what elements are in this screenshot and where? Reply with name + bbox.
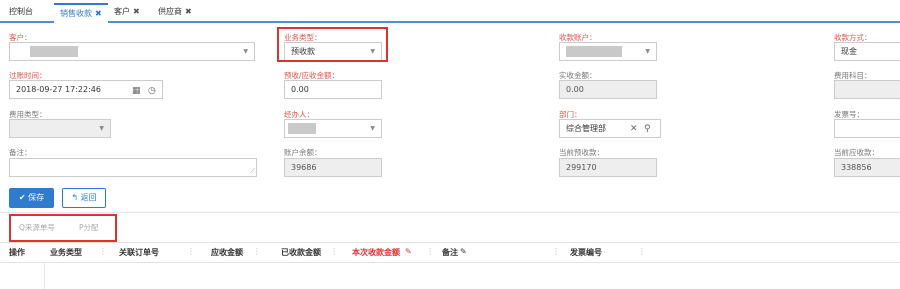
tab-bar: 控制台 销售收款 ✖ 客户 ✖ 供应商 ✖	[0, 0, 900, 23]
chevron-down-icon: ▼	[99, 125, 104, 132]
tab-customer[interactable]: 客户 ✖	[114, 3, 140, 23]
tab-label: 客户	[114, 7, 130, 16]
remark-textarea[interactable]: ⟋	[9, 158, 257, 177]
column-header: 业务类型	[50, 248, 82, 257]
clock-icon[interactable]: ◷	[148, 83, 156, 98]
cur-prepaid-input: 299170	[559, 158, 657, 177]
time-input[interactable]: 2018-09-27 17:22:46 ▦ ◷	[9, 80, 163, 99]
column-header: 已收款金额	[281, 248, 321, 257]
column-menu-icon[interactable]: ⋮	[638, 247, 646, 256]
time-value: 2018-09-27 17:22:46	[16, 85, 101, 94]
chevron-down-icon: ▼	[243, 48, 248, 55]
back-button[interactable]: ↰ 返回	[62, 188, 106, 208]
column-menu-icon[interactable]: ⋮	[426, 247, 434, 256]
calendar-icon[interactable]: ▦	[132, 83, 141, 98]
tab-label: 销售收款	[60, 9, 92, 18]
tab-sales-receipt[interactable]: 销售收款 ✖	[54, 3, 108, 23]
column-menu-icon[interactable]: ⋮	[253, 247, 261, 256]
column-menu-icon[interactable]: ⋮	[99, 247, 107, 256]
clear-icon[interactable]: ✕	[630, 121, 638, 137]
tab-console[interactable]: 控制台	[9, 3, 33, 23]
column-header: 关联订单号	[119, 248, 159, 257]
column-menu-icon[interactable]: ⋮	[552, 247, 560, 256]
tab-label: 控制台	[9, 7, 33, 16]
column-header: 发票编号	[570, 248, 602, 257]
chevron-down-icon: ▼	[645, 48, 650, 55]
search-icon[interactable]: ⚲	[644, 121, 651, 137]
column-header: 操作	[9, 248, 25, 257]
cur-receivable-label: 当前应收款：	[834, 148, 879, 157]
cost-subject-input	[834, 80, 900, 99]
column-header: 备注	[442, 248, 458, 257]
pay-method-select[interactable]: 现金	[834, 42, 900, 61]
cost-type-select: ▼	[9, 119, 111, 138]
dept-input[interactable]: 综合管理部 ✕ ⚲	[559, 119, 661, 138]
tab-label: 供应商	[158, 7, 182, 16]
balance-value: 39686	[291, 163, 317, 172]
customer-select[interactable]: ▼	[9, 42, 255, 61]
resize-handle-icon[interactable]: ⟋	[250, 163, 255, 176]
cur-receivable-input: 338856	[834, 158, 900, 177]
highlight-box	[9, 214, 117, 242]
dept-value: 综合管理部	[566, 124, 606, 133]
close-icon[interactable]: ✖	[133, 7, 140, 16]
save-button[interactable]: ✔ 保存	[9, 188, 54, 208]
close-icon[interactable]: ✖	[95, 9, 102, 18]
cur-receivable-value: 338856	[841, 163, 872, 172]
cur-prepaid-value: 299170	[566, 163, 597, 172]
account-select[interactable]: ▼	[559, 42, 657, 61]
column-divider	[44, 263, 45, 289]
actual-input: 0.00	[559, 80, 657, 99]
redacted-value	[566, 46, 622, 57]
cur-prepaid-label: 当前预收款：	[559, 148, 604, 157]
table-header: 操作 业务类型 ⋮ 关联订单号 ⋮ 应收金额 ⋮ 已收款金额 ⋮ 本次收款金额 …	[0, 242, 900, 263]
redacted-value	[30, 46, 78, 57]
close-icon[interactable]: ✖	[185, 7, 192, 16]
prepaid-value: 0.00	[291, 85, 309, 94]
edit-icon: ✎	[405, 247, 412, 256]
divider	[0, 212, 900, 213]
balance-label: 账户余额：	[284, 148, 322, 157]
edit-icon: ✎	[460, 247, 467, 256]
remark-label: 备注：	[9, 148, 32, 157]
actual-value: 0.00	[566, 85, 584, 94]
tab-supplier[interactable]: 供应商 ✖	[158, 3, 192, 23]
pay-method-value: 现金	[841, 47, 857, 56]
column-header: 本次收款金额	[352, 248, 400, 257]
invoice-input[interactable]	[834, 119, 900, 138]
chevron-down-icon: ▼	[370, 125, 375, 132]
highlight-box	[277, 27, 388, 62]
column-menu-icon[interactable]: ⋮	[330, 247, 338, 256]
prepaid-input[interactable]: 0.00	[284, 80, 382, 99]
handler-select[interactable]: ▼	[284, 119, 382, 138]
redacted-value	[288, 123, 316, 134]
column-menu-icon[interactable]: ⋮	[187, 247, 195, 256]
balance-input: 39686	[284, 158, 382, 177]
column-header: 应收金额	[211, 248, 243, 257]
